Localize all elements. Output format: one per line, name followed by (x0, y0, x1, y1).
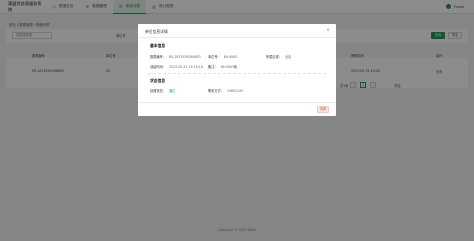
modal-footer: 关闭 (138, 102, 336, 116)
field-label: 处理状态： (150, 89, 166, 93)
field-label: 报表编号： (150, 55, 166, 59)
field-status: 处理状态： 通过 (150, 88, 175, 93)
modal-title: 单位信息详情 (145, 29, 168, 34)
modal-header: 单位信息详情 × (138, 24, 336, 38)
field-region: 所属区域： 北京 (266, 54, 291, 59)
status-badge: 通过 (168, 89, 176, 93)
field-value: 89-9063 (223, 55, 238, 59)
close-icon[interactable]: × (326, 28, 330, 33)
field-value: 北京 (284, 55, 292, 59)
section-title-basic: 基本信息 (150, 43, 166, 48)
field-label: 联系方式： (208, 89, 224, 93)
field-label: 备注： (208, 65, 218, 69)
field-value: 89-9063备 (220, 65, 238, 69)
field-report-id: 报表编号： RS-1675539286853 (150, 54, 201, 59)
section-title-status: 状态信息 (150, 78, 166, 83)
detail-modal: 单位信息详情 × 基本信息 报表编号： RS-1675539286853 单位号：… (138, 24, 336, 116)
field-remark: 备注： 89-9063备 (208, 64, 237, 69)
section-divider (148, 73, 326, 74)
field-label: 创建时间： (150, 65, 166, 69)
field-label: 所属区域： (266, 55, 282, 59)
field-value: 2023-05-31 19:16:18 (168, 65, 203, 69)
field-value: 15691245 (226, 89, 244, 93)
field-contact: 联系方式： 15691245 (208, 88, 243, 93)
field-unit-no: 单位号： 89-9063 (208, 54, 237, 59)
field-label: 单位号： (208, 55, 221, 59)
field-created-at: 创建时间： 2023-05-31 19:16:18 (150, 64, 203, 69)
field-value: RS-1675539286853 (168, 55, 201, 59)
close-button[interactable]: 关闭 (317, 106, 329, 113)
